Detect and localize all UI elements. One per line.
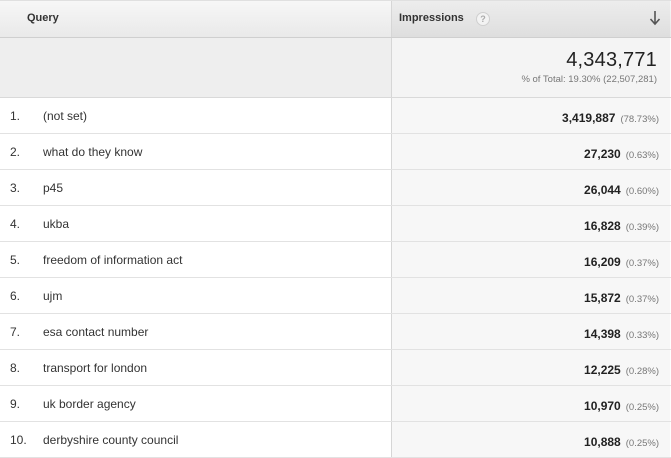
table-row[interactable]: 9. uk border agency 10,970 (0.25%) [0,386,671,422]
impressions-percentage: (0.33%) [625,330,659,341]
query-link[interactable]: uk border agency [43,397,136,411]
impressions-cell: 14,398 (0.33%) [392,314,670,349]
impressions-percentage: (0.25%) [625,402,659,413]
table-row[interactable]: 4. ukba 16,828 (0.39%) [0,206,671,242]
row-rank: 4. [10,217,21,231]
impressions-value: 10,888 [584,435,621,449]
impressions-cell: 12,225 (0.28%) [392,350,670,385]
table-row[interactable]: 2. what do they know 27,230 (0.63%) [0,134,671,170]
table-row[interactable]: 8. transport for london 12,225 (0.28%) [0,350,671,386]
impressions-value: 16,828 [584,219,621,233]
impressions-value: 3,419,887 [562,111,616,125]
table-body: 1. (not set) 3,419,887 (78.73%) 2. what do th… [0,98,671,458]
report-table: Query Impressions ? 4,343,771 % of Total… [0,0,671,458]
totals-row: 4,343,771 % of Total: 19.30% (22,507,281… [0,38,671,98]
query-cell: 3. p45 [0,170,392,205]
query-link[interactable]: (not set) [43,109,87,123]
query-cell: 9. uk border agency [0,386,392,421]
query-cell: 4. ukba [0,206,392,241]
impressions-value: 27,230 [584,147,621,161]
total-percentage-of-total: % of Total: 19.30% (22,507,281) [521,74,657,85]
query-link[interactable]: ujm [43,289,62,303]
row-rank: 7. [10,325,21,339]
row-rank: 3. [10,181,21,195]
table-row[interactable]: 1. (not set) 3,419,887 (78.73%) [0,98,671,134]
impressions-cell: 15,872 (0.37%) [392,278,670,313]
query-cell: 6. ujm [0,278,392,313]
query-cell: 7. esa contact number [0,314,392,349]
query-cell: 10. derbyshire county council [0,422,392,457]
impressions-percentage: (78.73%) [620,114,659,125]
impressions-percentage: (0.63%) [625,150,659,161]
query-link[interactable]: derbyshire county council [43,433,178,447]
impressions-cell: 10,888 (0.25%) [392,422,670,457]
row-rank: 8. [10,361,21,375]
table-row[interactable]: 6. ujm 15,872 (0.37%) [0,278,671,314]
query-column-header[interactable]: Query [0,1,392,37]
table-row[interactable]: 10. derbyshire county council 10,888 (0.25%… [0,422,671,458]
impressions-percentage: (0.28%) [625,366,659,377]
query-link[interactable]: esa contact number [43,325,148,339]
query-cell: 2. what do they know [0,134,392,169]
help-icon[interactable]: ? [476,12,490,26]
impressions-cell: 3,419,887 (78.73%) [392,98,670,133]
query-link[interactable]: transport for london [43,361,147,375]
query-link[interactable]: ukba [43,217,69,231]
row-rank: 5. [10,253,21,267]
table-row[interactable]: 5. freedom of information act 16,209 (0.37%… [0,242,671,278]
impressions-value: 16,209 [584,255,621,269]
table-row[interactable]: 7. esa contact number 14,398 (0.33%) [0,314,671,350]
impressions-percentage: (0.39%) [625,222,659,233]
row-rank: 10. [10,433,27,447]
impressions-value: 12,225 [584,363,621,377]
impressions-percentage: (0.60%) [625,186,659,197]
impressions-value: 26,044 [584,183,621,197]
query-cell: 1. (not set) [0,98,392,133]
total-impressions-value: 4,343,771 [566,49,657,71]
impressions-cell: 27,230 (0.63%) [392,134,670,169]
impressions-cell: 10,970 (0.25%) [392,386,670,421]
query-link[interactable]: p45 [43,181,63,195]
row-rank: 1. [10,109,21,123]
table-header: Query Impressions ? [0,0,671,38]
impressions-column-header[interactable]: Impressions ? [392,1,670,37]
impressions-percentage: (0.25%) [625,438,659,449]
query-link[interactable]: freedom of information act [43,253,182,267]
row-rank: 2. [10,145,21,159]
row-rank: 6. [10,289,21,303]
impressions-value: 14,398 [584,327,621,341]
impressions-percentage: (0.37%) [625,294,659,305]
impressions-cell: 26,044 (0.60%) [392,170,670,205]
totals-query-cell [0,38,392,97]
table-row[interactable]: 3. p45 26,044 (0.60%) [0,170,671,206]
impressions-value: 10,970 [584,399,621,413]
impressions-cell: 16,209 (0.37%) [392,242,670,277]
query-cell: 5. freedom of information act [0,242,392,277]
impressions-cell: 16,828 (0.39%) [392,206,670,241]
impressions-value: 15,872 [584,291,621,305]
impressions-header-label: Impressions [399,12,464,24]
query-link[interactable]: what do they know [43,145,142,159]
row-rank: 9. [10,397,21,411]
arrow-down-icon[interactable] [648,9,662,27]
query-header-label: Query [27,12,59,24]
totals-impressions-cell: 4,343,771 % of Total: 19.30% (22,507,281… [392,38,670,97]
query-cell: 8. transport for london [0,350,392,385]
impressions-percentage: (0.37%) [625,258,659,269]
